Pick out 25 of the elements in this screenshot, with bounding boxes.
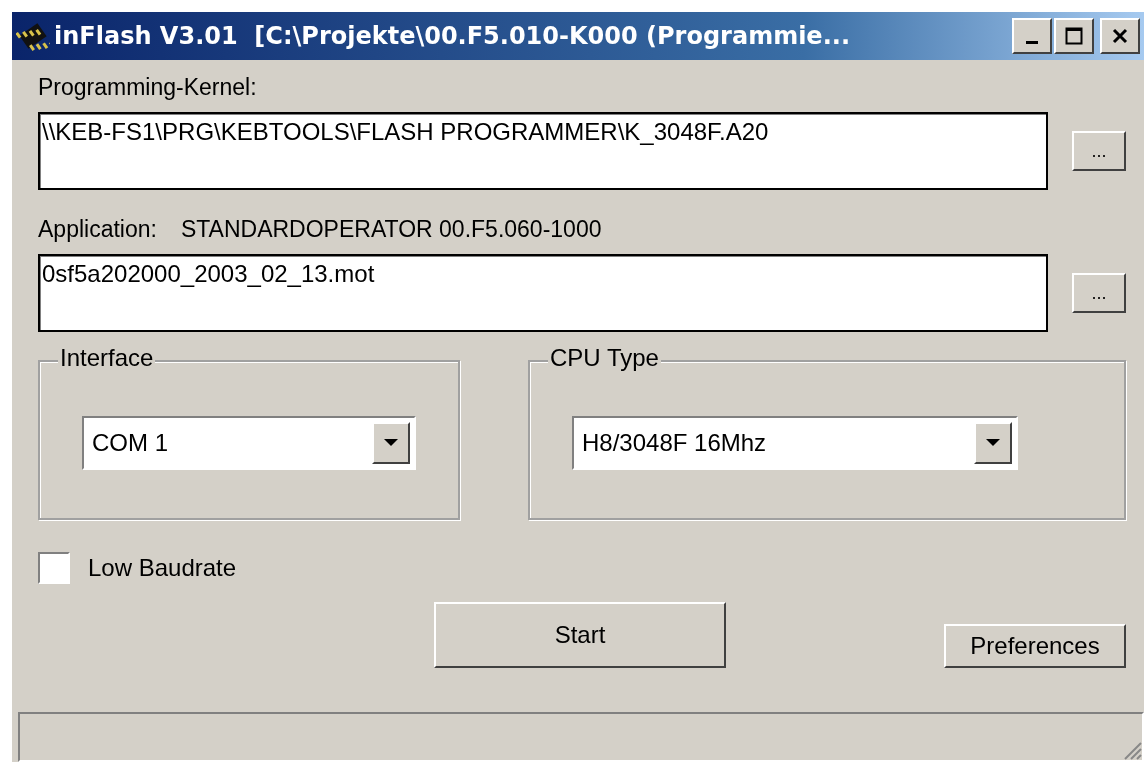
maximize-button[interactable]	[1054, 18, 1094, 54]
preferences-button[interactable]: Preferences	[944, 624, 1126, 668]
dropdown-button[interactable]	[372, 422, 410, 464]
caret-down-icon	[384, 439, 398, 447]
application-file-field[interactable]: 0sf5a202000_2003_02_13.mot	[38, 254, 1048, 332]
close-icon	[1111, 27, 1129, 45]
application-name: STANDARDOPERATOR 00.F5.060-1000	[180, 215, 602, 244]
dropdown[interactable]: H8/3048F 16Mhz	[572, 416, 1018, 470]
kernel-path-field[interactable]: \\KEB-FS1\PRG\KEBTOOLS\FLASH PROGRAMMER\K_3048F.A20	[38, 112, 1048, 190]
field-label: Programming-Kernel:	[38, 73, 258, 102]
maximize-icon	[1065, 27, 1083, 45]
minimize-button[interactable]	[1012, 18, 1052, 54]
start-button[interactable]: Start	[434, 602, 726, 668]
browse-button[interactable]: ...	[1072, 131, 1126, 171]
dropdown-button[interactable]	[974, 422, 1012, 464]
caret-down-icon	[986, 439, 1000, 447]
checkbox-label: Low Baudrate	[88, 554, 237, 582]
field-label: Application:	[38, 215, 157, 244]
minimize-icon	[1026, 40, 1038, 44]
dropdown[interactable]: COM 1	[82, 416, 416, 470]
window-title: inFlash V3.01 [C:\Projekte\00.F5.010-K000 (Programmie...	[54, 22, 851, 50]
chip-icon	[16, 20, 50, 52]
close-button[interactable]	[1100, 18, 1140, 54]
checkbox[interactable]	[38, 552, 70, 584]
browse-button[interactable]: ...	[1072, 273, 1126, 313]
